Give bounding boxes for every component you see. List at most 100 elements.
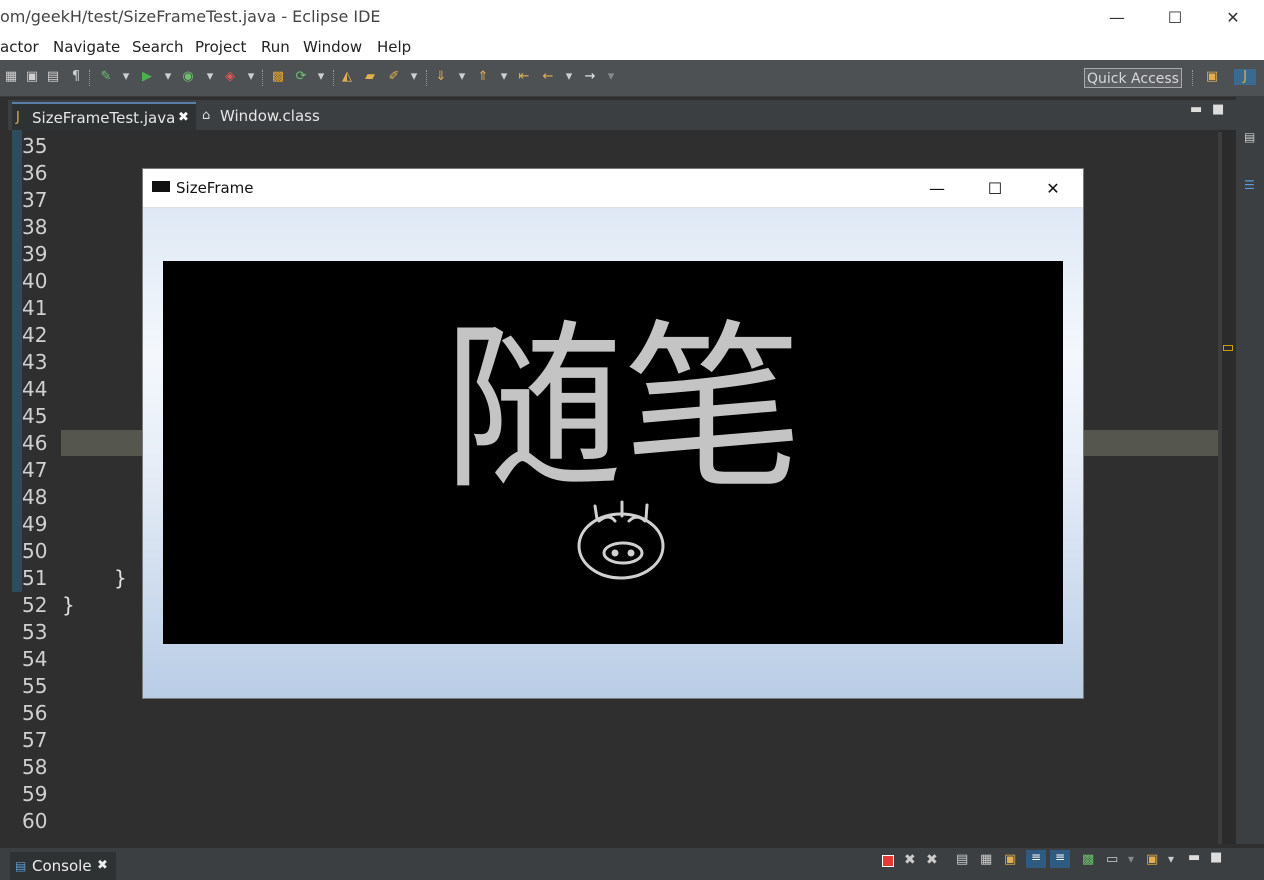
tab-label: Window.class	[220, 107, 320, 125]
minimize-view-icon[interactable]: ▬	[1188, 850, 1200, 865]
next-annotation-icon[interactable]: ⇓	[433, 69, 449, 85]
scroll-lock-icon[interactable]: ▦	[980, 852, 992, 867]
chevron-down-icon[interactable]: ▾	[406, 69, 422, 85]
chevron-down-icon[interactable]: ▾	[1128, 852, 1134, 866]
chevron-down-icon[interactable]: ▾	[313, 69, 329, 85]
toolbar-separator	[426, 70, 428, 86]
line-number: 59	[22, 782, 48, 806]
menu-window[interactable]: Window	[303, 38, 362, 56]
show-on-output-icon[interactable]: ≡	[1026, 850, 1046, 868]
pin-console-icon[interactable]: ▩	[1082, 852, 1094, 867]
vertical-scrollbar[interactable]	[1218, 132, 1222, 844]
line-number: 42	[22, 323, 48, 347]
window-title: om/geekH/test/SizeFrameTest.java - Eclip…	[0, 7, 381, 26]
menu-search[interactable]: Search	[132, 38, 184, 56]
line-number: 45	[22, 404, 48, 428]
remove-launch-icon[interactable]: ✖	[904, 852, 916, 868]
chevron-down-icon[interactable]: ▾	[202, 69, 218, 85]
line-number: 49	[22, 512, 48, 536]
tab-console[interactable]: ▤ Console ✖	[10, 852, 116, 880]
close-button[interactable]: ✕	[1204, 0, 1262, 34]
outline-icon[interactable]: ▤	[1244, 130, 1255, 144]
new-package-icon[interactable]: ▩	[270, 69, 286, 85]
calligraphy-text: 随笔	[443, 305, 803, 514]
line-number: 56	[22, 701, 48, 725]
chevron-down-icon[interactable]: ▾	[1168, 852, 1174, 866]
toolbar-separator	[262, 70, 264, 86]
tab-label: SizeFrameTest.java	[32, 109, 176, 127]
code-brace: }	[114, 566, 127, 590]
new-console-icon[interactable]: ▣	[1146, 852, 1158, 867]
maximize-view-icon[interactable]: ■	[1212, 102, 1224, 117]
menu-run[interactable]: Run	[261, 38, 290, 56]
line-number: 36	[22, 161, 48, 185]
editor-tab-bar: J SizeFrameTest.java ✖ ⌂ Window.class ▬ …	[8, 100, 1236, 132]
sizeframe-close-button[interactable]: ✕	[1024, 169, 1082, 207]
sizeframe-maximize-button[interactable]: ☐	[966, 169, 1024, 207]
toolbar: ▦ ▣ ▤ ¶ ✎ ▾ ▶ ▾ ◉ ▾ ◈ ▾ ▩ ⟳ ▾ ◭ ▰ ✐ ▾ ⇓ …	[0, 60, 1264, 97]
drawn-image: 随笔	[163, 261, 1063, 644]
line-number: 55	[22, 674, 48, 698]
line-number: 48	[22, 485, 48, 509]
java-app-icon	[152, 181, 170, 192]
minimize-button[interactable]: —	[1088, 0, 1146, 34]
sizeframe-minimize-button[interactable]: —	[908, 169, 966, 207]
open-type-icon[interactable]: ◭	[339, 69, 355, 85]
new-class-icon[interactable]: ⟳	[293, 69, 309, 85]
display-console-icon[interactable]: ▭	[1106, 852, 1118, 867]
tab-sizeframetest-java[interactable]: J SizeFrameTest.java ✖	[12, 102, 196, 132]
back-icon[interactable]: ←	[540, 69, 556, 85]
forward-icon[interactable]: →	[582, 69, 598, 85]
java-perspective-icon[interactable]: J	[1234, 69, 1256, 85]
terminate-icon[interactable]	[882, 855, 894, 867]
chevron-down-icon[interactable]: ▾	[118, 69, 134, 85]
show-on-error-icon[interactable]: ≡	[1050, 850, 1070, 868]
save-all-icon[interactable]: ▦	[3, 69, 19, 85]
menu-help[interactable]: Help	[377, 38, 411, 56]
close-tab-icon[interactable]: ✖	[97, 852, 108, 880]
chevron-down-icon[interactable]: ▾	[160, 69, 176, 85]
previous-annotation-icon[interactable]: ⇑	[475, 69, 491, 85]
run-icon[interactable]: ▶	[139, 69, 155, 85]
maximize-button[interactable]: ☐	[1146, 0, 1204, 34]
remove-all-icon[interactable]: ✖	[926, 852, 938, 868]
open-folder-icon[interactable]: ▰	[362, 69, 378, 85]
close-tab-icon[interactable]: ✖	[178, 104, 189, 132]
line-number: 39	[22, 242, 48, 266]
handwriting-image: 随笔	[443, 305, 803, 580]
chevron-down-icon[interactable]: ▾	[561, 69, 577, 85]
minimize-view-icon[interactable]: ▬	[1190, 102, 1202, 117]
pencil-icon[interactable]: ✐	[386, 69, 402, 85]
overview-ruler-marker[interactable]	[1223, 345, 1233, 351]
chevron-down-icon[interactable]: ▾	[496, 69, 512, 85]
debug-icon[interactable]: ✎	[98, 69, 114, 85]
pilcrow-icon[interactable]: ¶	[68, 69, 84, 85]
menu-bar: actor Navigate Search Project Run Window…	[0, 34, 1264, 60]
quick-access-input[interactable]: Quick Access	[1084, 68, 1182, 88]
last-edit-icon[interactable]: ⇤	[516, 69, 532, 85]
line-number: 54	[22, 647, 48, 671]
chevron-down-icon[interactable]: ▾	[454, 69, 470, 85]
menu-refactor[interactable]: actor	[0, 38, 39, 56]
chevron-down-icon[interactable]: ▾	[243, 69, 259, 85]
print-icon[interactable]: ▤	[45, 69, 61, 85]
line-number: 58	[22, 755, 48, 779]
maximize-view-icon[interactable]: ■	[1210, 850, 1222, 865]
line-number: 35	[22, 134, 48, 158]
sizeframe-title: SizeFrame	[176, 179, 254, 197]
tab-window-class[interactable]: ⌂ Window.class	[200, 102, 340, 130]
clear-console-icon[interactable]: ▤	[956, 852, 968, 867]
coverage-icon[interactable]: ◉	[180, 69, 196, 85]
task-list-icon[interactable]: ☰	[1244, 178, 1255, 192]
word-wrap-icon[interactable]: ▣	[1004, 852, 1016, 867]
sizeframe-window: SizeFrame — ☐ ✕ 随笔	[142, 168, 1084, 699]
open-perspective-icon[interactable]: ▣	[1204, 69, 1220, 85]
line-number: 51	[22, 566, 48, 590]
code-brace: }	[62, 593, 75, 617]
external-tools-icon[interactable]: ◈	[222, 69, 238, 85]
chevron-down-icon[interactable]: ▾	[603, 69, 619, 85]
menu-project[interactable]: Project	[195, 38, 246, 56]
menu-navigate[interactable]: Navigate	[53, 38, 120, 56]
line-number: 40	[22, 269, 48, 293]
new-file-icon[interactable]: ▣	[24, 69, 40, 85]
